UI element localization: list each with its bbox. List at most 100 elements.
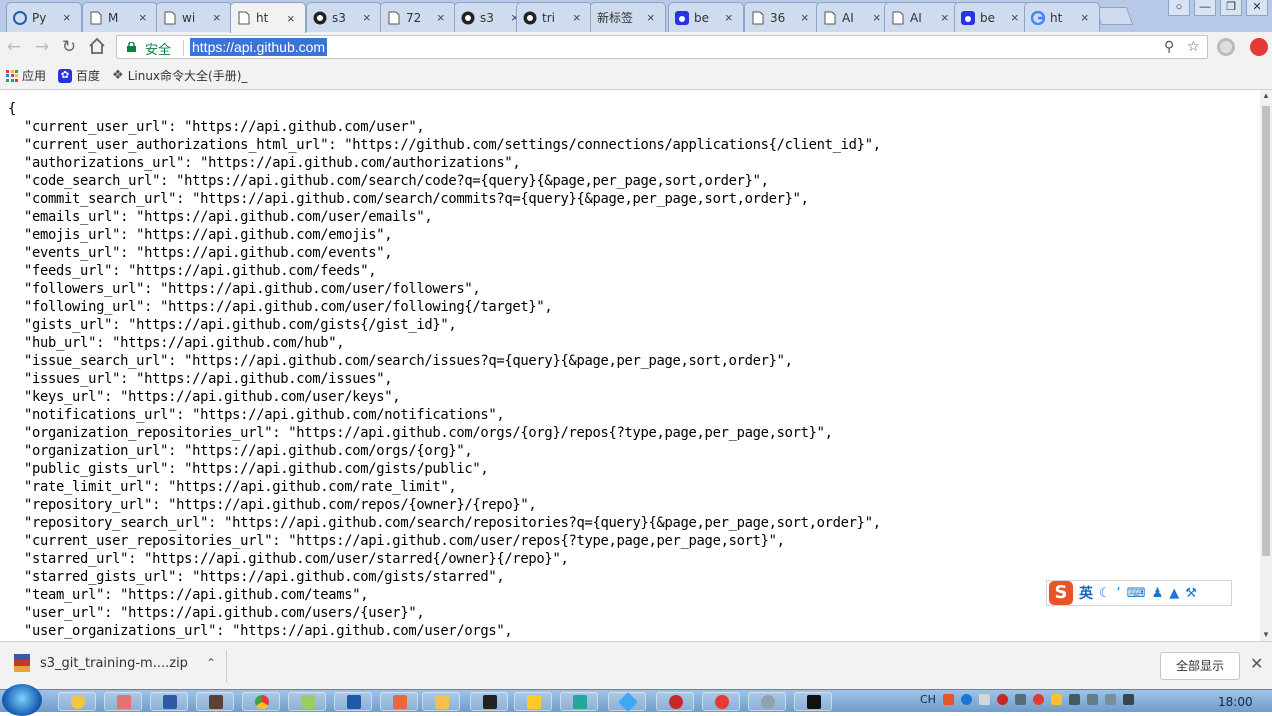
extension-icon[interactable] — [1217, 38, 1235, 56]
taskbar-settings-icon[interactable] — [748, 692, 786, 711]
taskbar-chrome-icon[interactable] — [242, 692, 280, 711]
tray-record-icon[interactable] — [1032, 694, 1044, 705]
baidu-paw-icon: ✿ — [58, 68, 73, 83]
taskbar-notepad-icon[interactable] — [288, 692, 326, 711]
tab-8[interactable]: 新标签 × — [590, 2, 666, 32]
bookmark-star-icon[interactable]: ☆ — [1187, 39, 1200, 55]
tray-display-icon[interactable] — [1086, 694, 1098, 705]
close-tab-icon[interactable]: × — [63, 11, 75, 24]
tray-menu-icon[interactable] — [978, 694, 990, 705]
back-button[interactable]: ← — [4, 37, 24, 57]
taskbar-terminal-icon[interactable] — [470, 692, 508, 711]
taskbar-ppt-icon[interactable] — [380, 692, 418, 711]
security-label: 安全 — [145, 43, 172, 58]
ime-toolbar[interactable]: S 英 ☾ ‘ ⌨ ♟ ▲ ⚒ — [1046, 580, 1232, 606]
close-tab-icon[interactable]: × — [801, 11, 813, 24]
bookmark-linux[interactable]: ❖ Linux命令大全(手册)_ — [112, 67, 247, 84]
tab-4[interactable]: s3 × — [306, 2, 382, 32]
tab-3[interactable]: ht × — [230, 2, 306, 33]
close-tab-icon[interactable]: × — [647, 11, 659, 24]
maximize-button[interactable]: ❐ — [1220, 0, 1242, 16]
json-line: "code_search_url": "https://api.github.c… — [8, 173, 769, 189]
zoom-icon[interactable]: ⚲ — [1164, 39, 1174, 55]
tab-7[interactable]: tri × — [516, 2, 592, 32]
user-button[interactable]: ○ — [1168, 0, 1190, 16]
start-button[interactable] — [2, 684, 42, 716]
moon-icon[interactable]: ☾ — [1099, 586, 1111, 601]
taskbar-cart-icon[interactable] — [514, 692, 552, 711]
tab-2[interactable]: wi × — [156, 2, 232, 32]
close-tab-icon[interactable]: × — [363, 11, 375, 24]
taskbar-save-icon[interactable] — [150, 692, 188, 711]
close-tab-icon[interactable]: × — [573, 11, 585, 24]
close-tab-icon[interactable]: × — [725, 11, 737, 24]
close-tab-icon[interactable]: × — [287, 12, 299, 25]
taskbar-red-app-icon[interactable] — [656, 692, 694, 711]
json-line: "user_organizations_url": "https://api.g… — [8, 623, 513, 639]
taskbar-paint-icon[interactable] — [104, 692, 142, 711]
tab-10[interactable]: 36 × — [744, 2, 820, 32]
page-icon — [237, 11, 251, 25]
volume-icon[interactable] — [1122, 694, 1134, 705]
taskbar-kite-icon[interactable] — [608, 692, 646, 712]
taskbar-folder-icon[interactable] — [422, 692, 460, 711]
wrench-icon[interactable]: ⚒ — [1185, 586, 1197, 601]
json-line: "issue_search_url": "https://api.github.… — [8, 353, 793, 369]
tab-14[interactable]: ht × — [1024, 2, 1100, 32]
close-tab-icon[interactable]: × — [1081, 11, 1093, 24]
tab-9[interactable]: be × — [668, 2, 744, 32]
taskbar-clock[interactable]: 18:00 — [1218, 695, 1253, 709]
close-tab-icon[interactable]: × — [213, 11, 225, 24]
minimize-button[interactable]: — — [1194, 0, 1216, 16]
language-indicator[interactable]: CH — [920, 693, 936, 706]
url-text[interactable]: https://api.github.com — [190, 38, 328, 56]
tray-monitor-icon[interactable] — [1104, 694, 1116, 705]
bookmark-baidu[interactable]: ✿ 百度 — [58, 67, 100, 84]
close-tab-icon[interactable]: × — [437, 11, 449, 24]
taskbar-explorer-icon[interactable] — [58, 692, 96, 711]
taskbar-tool-icon[interactable] — [196, 692, 234, 711]
tab-12[interactable]: AI × — [884, 2, 960, 32]
sogou-tray-icon[interactable] — [942, 694, 954, 705]
punctuation-icon[interactable]: ‘ — [1117, 586, 1121, 601]
json-line: "keys_url": "https://api.github.com/user… — [8, 389, 401, 405]
sogou-logo-icon[interactable]: S — [1049, 581, 1073, 605]
tab-11[interactable]: AI × — [816, 2, 892, 32]
close-download-bar-icon[interactable]: ✕ — [1250, 654, 1263, 673]
chevron-up-icon[interactable]: ⌃ — [206, 656, 216, 670]
vertical-scrollbar[interactable]: ▲ ▼ — [1260, 90, 1272, 641]
scroll-thumb[interactable] — [1262, 106, 1270, 556]
taskbar-weibo-icon[interactable] — [702, 692, 740, 711]
scroll-down-arrow-icon[interactable]: ▼ — [1260, 629, 1272, 641]
extension-red-icon[interactable] — [1250, 38, 1268, 56]
tab-0[interactable]: Py × — [6, 2, 82, 32]
tab-13[interactable]: be × — [954, 2, 1030, 32]
home-button[interactable] — [87, 37, 107, 57]
shirt-icon[interactable]: ▲ — [1169, 586, 1179, 601]
forward-button[interactable]: → — [32, 37, 52, 57]
tab-1[interactable]: M × — [82, 2, 158, 32]
reload-button[interactable]: ↻ — [59, 37, 79, 57]
bookmark-apps[interactable]: 应用 — [6, 67, 46, 84]
tray-folder-icon[interactable] — [1050, 694, 1062, 705]
close-tab-icon[interactable]: × — [941, 11, 953, 24]
taskbar-word-icon[interactable] — [334, 692, 372, 711]
download-item[interactable]: s3_git_training-m....zip ⌃ — [14, 654, 216, 672]
help-icon[interactable] — [960, 694, 972, 705]
tab-5[interactable]: 72 × — [380, 2, 456, 32]
new-tab-button[interactable] — [1094, 7, 1134, 25]
user-icon[interactable]: ♟ — [1152, 586, 1164, 601]
address-bar[interactable]: 安全 https://api.github.com ⚲ ☆ — [116, 35, 1208, 59]
tray-app-icon[interactable] — [996, 694, 1008, 705]
tray-pin-icon[interactable] — [1014, 694, 1026, 705]
close-window-button[interactable]: ✕ — [1246, 0, 1268, 16]
show-all-downloads-button[interactable]: 全部显示 — [1160, 652, 1240, 680]
close-tab-icon[interactable]: × — [1011, 11, 1023, 24]
ime-mode-toggle[interactable]: 英 — [1079, 583, 1093, 603]
close-tab-icon[interactable]: × — [139, 11, 151, 24]
taskbar-app-icon[interactable] — [560, 692, 598, 711]
keyboard-icon[interactable]: ⌨ — [1127, 586, 1146, 601]
taskbar-pycharm-icon[interactable] — [794, 692, 832, 711]
tray-network-icon[interactable] — [1068, 694, 1080, 705]
scroll-up-arrow-icon[interactable]: ▲ — [1260, 90, 1272, 102]
